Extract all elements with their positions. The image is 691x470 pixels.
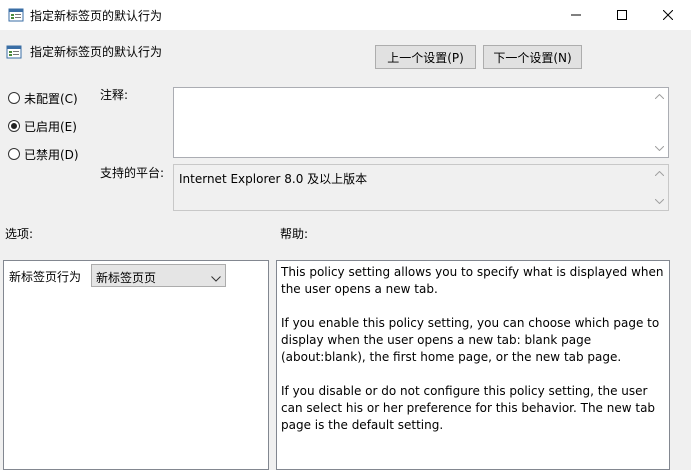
maximize-icon: [617, 10, 627, 20]
radio-enabled[interactable]: 已启用(E): [8, 117, 77, 135]
radio-circle[interactable]: [8, 92, 20, 104]
comment-scrollbar[interactable]: [651, 88, 668, 157]
help-label: 帮助:: [280, 227, 309, 241]
close-button[interactable]: [645, 0, 691, 30]
help-paragraph: If you enable this policy setting, you c…: [281, 316, 660, 364]
platform-scrollbar[interactable]: [651, 165, 668, 210]
new-tab-behavior-dropdown[interactable]: 新标签页页: [91, 264, 226, 287]
dropdown-value: 新标签页页: [96, 271, 157, 285]
radio-label: 未配置(C): [24, 91, 78, 106]
scroll-up-icon[interactable]: [651, 165, 668, 182]
setting-icon: [6, 44, 22, 60]
scroll-down-icon[interactable]: [651, 140, 668, 157]
platform-textarea: Internet Explorer 8.0 及以上版本: [173, 164, 669, 211]
radio-disabled[interactable]: 已禁用(D): [8, 145, 79, 163]
chevron-down-icon: [211, 271, 221, 285]
radio-circle[interactable]: [8, 148, 20, 160]
options-label: 选项:: [5, 227, 34, 241]
radio-circle[interactable]: [8, 120, 20, 132]
help-panel: This policy setting allows you to specif…: [276, 260, 670, 470]
radio-label: 已启用(E): [24, 119, 77, 134]
help-paragraph: If you disable or do not configure this …: [281, 384, 656, 432]
help-text: This policy setting allows you to specif…: [281, 264, 669, 451]
setting-title: 指定新标签页的默认行为: [30, 45, 163, 59]
radio-label: 已禁用(D): [24, 147, 79, 162]
radio-not-configured[interactable]: 未配置(C): [8, 89, 78, 107]
new-tab-behavior-label: 新标签页行为: [9, 270, 82, 284]
comment-label: 注释:: [100, 88, 129, 102]
policy-icon: [8, 7, 24, 23]
comment-textarea[interactable]: [173, 87, 669, 158]
platform-value: Internet Explorer 8.0 及以上版本: [179, 172, 368, 186]
minimize-button[interactable]: [553, 0, 599, 30]
platform-label: 支持的平台:: [100, 166, 165, 180]
minimize-icon: [571, 10, 581, 20]
next-setting-button[interactable]: 下一个设置(N): [483, 45, 582, 69]
scroll-up-icon[interactable]: [651, 88, 668, 105]
previous-setting-button[interactable]: 上一个设置(P): [375, 45, 476, 69]
options-panel: [3, 260, 269, 470]
window-title: 指定新标签页的默认行为: [30, 9, 163, 23]
maximize-button[interactable]: [599, 0, 645, 30]
scroll-down-icon[interactable]: [651, 193, 668, 210]
close-icon: [663, 10, 673, 20]
help-paragraph: This policy setting allows you to specif…: [281, 265, 664, 296]
